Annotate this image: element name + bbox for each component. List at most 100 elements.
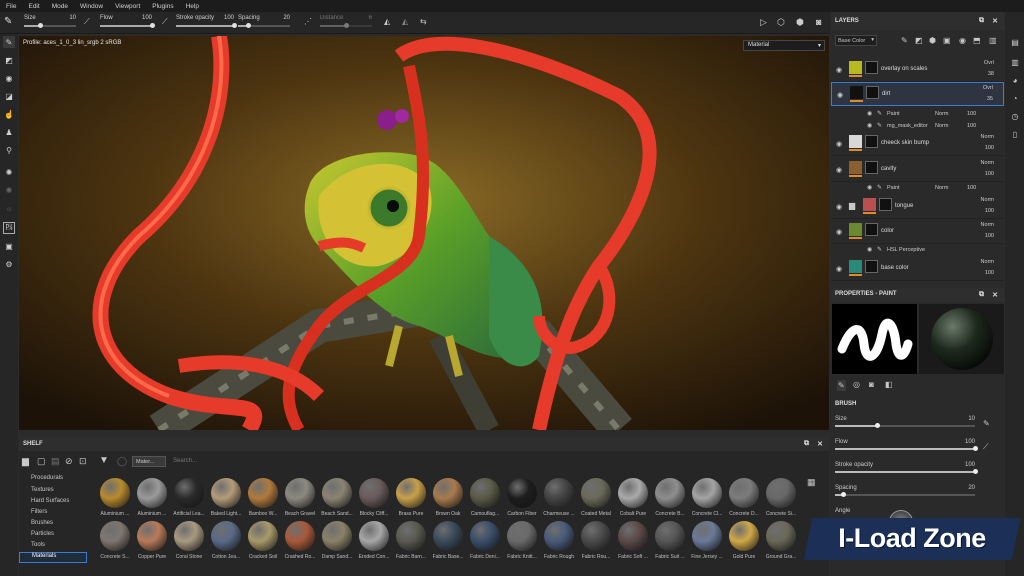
layer-opacity[interactable]: 100 — [985, 171, 994, 177]
shelf-category-selected[interactable]: Materials — [19, 552, 87, 563]
shelf-category[interactable]: Particles — [31, 531, 54, 537]
size-pressure-icon[interactable]: ⟋ — [84, 17, 90, 27]
visibility-eye-icon[interactable]: ◉ — [836, 140, 842, 148]
mirror-icon[interactable]: ◭ — [402, 17, 408, 26]
effect-row[interactable]: ◉ ✎ Paint Norm 100 — [831, 182, 1004, 194]
add-effect-icon[interactable]: ✎ — [901, 36, 908, 45]
hide-icon[interactable]: ⊘ — [65, 456, 73, 467]
menu-edit[interactable]: Edit — [28, 3, 39, 10]
toolbar-flow-slider[interactable]: Flow 100 — [100, 14, 155, 28]
menu-file[interactable]: File — [6, 3, 16, 10]
effect-visibility-icon[interactable]: ◉ — [867, 110, 872, 117]
material-item[interactable]: Fabric Barn... — [395, 521, 427, 560]
shader-dock-icon[interactable]: ◔ — [1009, 92, 1021, 104]
particle-icon[interactable]: ☼ — [3, 202, 15, 214]
material-item[interactable]: Fabric Rou... — [580, 521, 612, 560]
material-item[interactable]: Fabric Soft ... — [617, 521, 649, 560]
layer-opacity[interactable]: 35 — [987, 96, 993, 102]
material-item[interactable]: Aluminium ... — [136, 478, 168, 517]
display-settings-icon[interactable]: ⬢ — [796, 17, 804, 28]
shelf-close-icon[interactable]: ✕ — [817, 440, 823, 448]
paint-brush-icon[interactable]: ✎ — [3, 36, 15, 48]
layer-row[interactable]: ◉ cheeck skin bump Norm 100 — [831, 132, 1004, 156]
material-item[interactable]: Copper Pure — [136, 521, 168, 560]
camera-view-icon[interactable]: ▷ — [760, 17, 767, 28]
visibility-eye-icon[interactable]: ◉ — [836, 265, 842, 273]
brush-size-slider[interactable]: Size 10 — [835, 416, 975, 430]
shelf-float-icon[interactable]: ⧉ — [804, 440, 809, 448]
layer-opacity[interactable]: 100 — [985, 208, 994, 214]
material-item[interactable]: Concrete Cl... — [691, 478, 723, 517]
screenshot-icon[interactable]: ◙ — [816, 17, 821, 27]
material-item[interactable]: Fabric Knitt... — [506, 521, 538, 560]
symmetry-icon[interactable]: ◭ — [384, 17, 390, 26]
size-pressure-icon[interactable]: ✎ — [983, 419, 990, 428]
material-item[interactable]: Aluminium ... — [99, 478, 131, 517]
menu-plugins[interactable]: Plugins — [152, 3, 173, 10]
material-item[interactable]: Coral Stone — [173, 521, 205, 560]
material-item[interactable]: Concrete Si... — [765, 478, 797, 517]
geometry-decal-icon[interactable]: ✺ — [3, 184, 15, 196]
shelf-category[interactable]: Brushes — [31, 520, 53, 526]
effect-row[interactable]: ◉ ✎ HSL Perceptive — [831, 244, 1004, 256]
shelf-category[interactable]: Procedurals — [31, 475, 63, 481]
new-folder-icon[interactable]: ▢ — [37, 456, 46, 467]
add-mask-icon[interactable]: ◩ — [915, 36, 923, 45]
material-item[interactable]: Eroded Con... — [358, 521, 390, 560]
properties-float-icon[interactable]: ⧉ — [979, 291, 984, 299]
brush-tab-icon[interactable]: ✎ — [837, 380, 846, 391]
brush-flow-slider[interactable]: Flow 100 — [835, 439, 978, 453]
add-folder-icon[interactable]: ◉ — [959, 36, 966, 45]
material-sphere-preview[interactable] — [919, 304, 1004, 374]
material-item[interactable]: Coated Metal — [580, 478, 612, 517]
material-item[interactable]: Blocky Cliff... — [358, 478, 390, 517]
search-input[interactable]: Search... — [173, 458, 197, 464]
material-item[interactable]: Damp Sand... — [321, 521, 353, 560]
brush-spacing-slider[interactable]: Spacing 20 — [835, 485, 975, 499]
effect-row[interactable]: ◉ ✎ Paint Norm 100 — [831, 108, 1004, 120]
effect-opacity[interactable]: 100 — [967, 185, 976, 191]
layer-opacity[interactable]: 100 — [985, 270, 994, 276]
export-icon[interactable]: ▣ — [3, 240, 15, 252]
save-icon[interactable]: ▤ — [51, 456, 60, 467]
material-item[interactable]: Ground Gra... — [765, 521, 797, 560]
menu-help[interactable]: Help — [186, 3, 199, 10]
import-icon[interactable]: ⊡ — [79, 456, 87, 467]
material-item[interactable]: Brass Pure — [395, 478, 427, 517]
layers-float-icon[interactable]: ⧉ — [979, 17, 984, 25]
layer-row[interactable]: ◉ overlay on scales Ovrl 38 — [831, 58, 1004, 82]
material-item[interactable]: Concrete B... — [654, 478, 686, 517]
shelf-category[interactable]: Tools — [31, 542, 45, 548]
layer-blend-mode[interactable]: Ovrl — [983, 85, 993, 91]
layer-row[interactable]: ◉ base color Norm 100 — [831, 257, 1004, 281]
brush-stroke-opacity-slider[interactable]: Stroke opacity 100 — [835, 462, 978, 476]
material-item[interactable]: Crashed Ro... — [284, 521, 316, 560]
texture-set-icon[interactable]: ▥ — [1009, 56, 1021, 68]
effect-opacity[interactable]: 100 — [967, 123, 976, 129]
layer-row[interactable]: ◉ dirt Ovrl 35 — [831, 82, 1004, 106]
filter-icon[interactable]: ▼ — [99, 455, 109, 466]
layer-opacity[interactable]: 38 — [988, 71, 994, 77]
material-item[interactable]: Beach Gravel — [284, 478, 316, 517]
toolbar-distance-slider[interactable]: Distance 6 — [320, 14, 372, 28]
material-item[interactable]: Beach Sand... — [321, 478, 353, 517]
polygon-fill-icon[interactable]: ◪ — [3, 90, 15, 102]
viewport-render-mode-select[interactable]: Material ▾ — [743, 40, 825, 51]
material-item[interactable]: Fabric Rough — [543, 521, 575, 560]
material-item[interactable]: Charmeuse ... — [543, 478, 575, 517]
effect-row[interactable]: ◉ ✎ mg_mask_editor Norm 100 — [831, 120, 1004, 132]
visibility-eye-icon[interactable]: ◉ — [836, 166, 842, 174]
add-fill-layer-icon[interactable]: ⬢ — [929, 36, 936, 45]
3d-view-icon[interactable]: ⬡ — [777, 17, 785, 28]
layers-close-icon[interactable]: ✕ — [992, 17, 998, 25]
history-icon[interactable]: ◷ — [1009, 110, 1021, 122]
flow-pressure-icon[interactable]: ⟋ — [162, 17, 168, 27]
clone-icon[interactable]: ♟ — [3, 126, 15, 138]
visibility-eye-icon[interactable]: ◉ — [836, 203, 842, 211]
material-item[interactable]: Cobalt Pure — [617, 478, 649, 517]
lazy-mouse-icon[interactable]: ⋰ — [304, 17, 312, 26]
3d-viewport[interactable]: Profile: aces_1_0_3 lin_srgb 2 sRGB Mate… — [19, 36, 829, 430]
material-item[interactable]: Bamboo W... — [247, 478, 279, 517]
menu-viewport[interactable]: Viewport — [115, 3, 140, 10]
log-icon[interactable]: ▯ — [1009, 128, 1021, 140]
